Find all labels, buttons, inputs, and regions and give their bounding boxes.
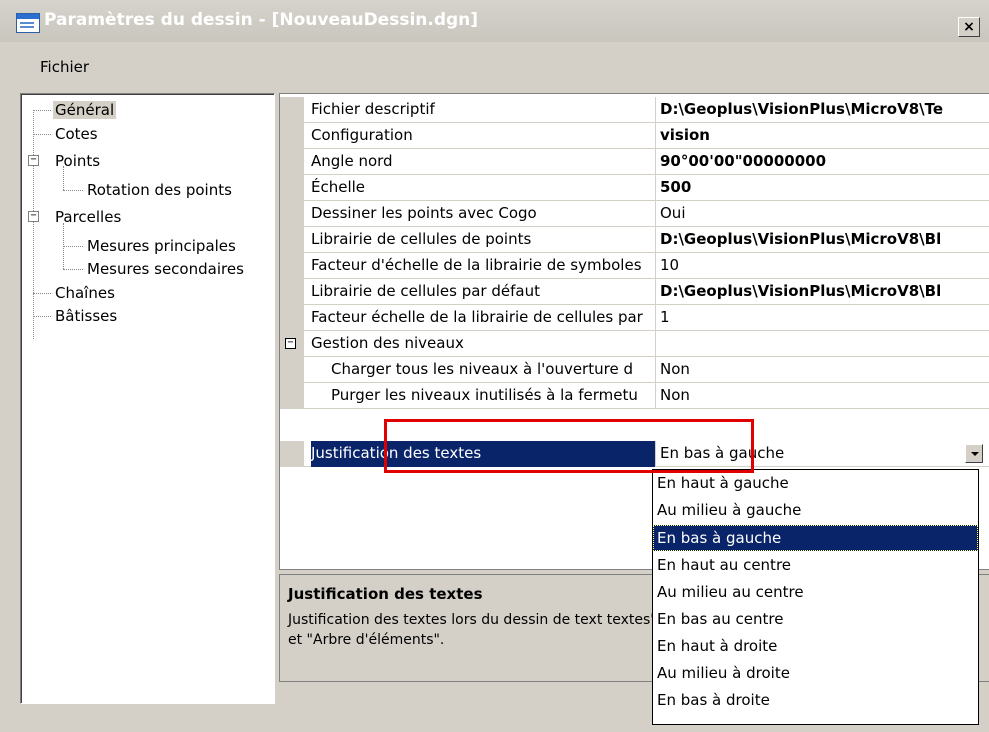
property-value[interactable]: D:\Geoplus\VisionPlus\MicroV8\Bl	[660, 227, 941, 253]
tree-item-label: Chaînes	[55, 284, 115, 302]
tree-item-label: Parcelles	[55, 208, 122, 226]
tree-item-label: Rotation des points	[87, 181, 232, 199]
property-name: Dessiner les points avec Cogo	[311, 201, 656, 227]
property-row[interactable]: Purger les niveaux inutilisés à la ferme…	[280, 383, 989, 409]
property-name: Justification des textes	[311, 441, 656, 467]
property-name: Échelle	[311, 175, 656, 201]
tree-item-rotation-points[interactable]: Rotation des points	[85, 179, 234, 201]
property-name: Charger tous les niveaux à l'ouverture d	[311, 357, 656, 383]
collapse-icon[interactable]: −	[28, 155, 39, 166]
row-gutter	[280, 305, 304, 330]
tree-connector-line	[63, 246, 83, 247]
row-gutter	[280, 201, 304, 226]
property-row[interactable]: Angle nord 90°00'00"00000000	[280, 149, 989, 175]
property-name: Facteur échelle de la librairie de cellu…	[311, 305, 656, 331]
row-gutter	[280, 123, 304, 148]
property-name: Purger les niveaux inutilisés à la ferme…	[311, 383, 656, 409]
tree-connector-line	[33, 316, 51, 317]
row-gutter	[280, 253, 304, 278]
tree-item-general[interactable]: Général	[53, 99, 117, 121]
tree-connector-line	[33, 134, 51, 135]
description-text: Justification des textes lors du dessin …	[288, 612, 657, 648]
close-button[interactable]: ×	[958, 17, 980, 37]
property-value[interactable]: vision	[660, 123, 710, 149]
property-row[interactable]: Facteur d'échelle de la librairie de sym…	[280, 253, 989, 279]
property-row[interactable]: Échelle 500	[280, 175, 989, 201]
property-row[interactable]: Facteur échelle de la librairie de cellu…	[280, 305, 989, 331]
tree-item-label: Général	[53, 101, 117, 119]
dropdown-option[interactable]: Au milieu au centre	[653, 579, 978, 605]
dropdown-option[interactable]: En haut à gauche	[653, 470, 978, 496]
property-row-selected[interactable]: Justification des textes En bas à gauche	[280, 441, 989, 467]
tree-item-label: Mesures principales	[87, 237, 236, 255]
dropdown-option[interactable]: En haut au centre	[653, 552, 978, 578]
property-row[interactable]: Librairie de cellules de points D:\Geopl…	[280, 227, 989, 253]
tree-item-batisses[interactable]: Bâtisses	[53, 305, 119, 327]
property-name: Fichier descriptif	[311, 97, 656, 123]
row-gutter	[280, 357, 304, 382]
row-gutter	[280, 97, 304, 122]
title-bar: Paramètres du dessin - [NouveauDessin.dg…	[0, 0, 989, 42]
property-name: Angle nord	[311, 149, 656, 175]
tree-connector-line	[63, 190, 83, 191]
window-app-icon[interactable]	[16, 13, 40, 33]
property-value[interactable]: D:\Geoplus\VisionPlus\MicroV8\Bl	[660, 279, 941, 305]
tree-item-parcelles[interactable]: Parcelles	[53, 206, 123, 228]
property-name: Facteur d'échelle de la librairie de sym…	[311, 253, 656, 279]
tree-item-label: Cotes	[55, 125, 98, 143]
row-gutter	[280, 383, 304, 408]
dropdown-option[interactable]: En bas au centre	[653, 606, 978, 632]
property-value[interactable]: Non	[660, 357, 690, 383]
justification-dropdown-list[interactable]: En haut à gauche Au milieu à gauche En b…	[652, 469, 979, 725]
dropdown-option-selected[interactable]: En bas à gauche	[653, 525, 978, 551]
property-row[interactable]: Dessiner les points avec Cogo Oui	[280, 201, 989, 227]
row-gutter	[280, 227, 304, 252]
property-value[interactable]: D:\Geoplus\VisionPlus\MicroV8\Te	[660, 97, 943, 123]
row-gutter	[280, 441, 304, 466]
tree-item-chaines[interactable]: Chaînes	[53, 282, 117, 304]
tree-item-label: Mesures secondaires	[87, 260, 244, 278]
property-row[interactable]: Configuration vision	[280, 123, 989, 149]
dropdown-arrow-icon[interactable]	[965, 444, 983, 463]
tree-item-cotes[interactable]: Cotes	[53, 123, 100, 145]
property-value[interactable]: 90°00'00"00000000	[660, 149, 826, 175]
property-value[interactable]: 1	[660, 305, 670, 331]
row-gutter	[280, 175, 304, 200]
tree-item-mesures-secondaires[interactable]: Mesures secondaires	[85, 258, 246, 280]
tree-item-label: Points	[55, 152, 101, 170]
description-title: Justification des textes	[288, 585, 483, 603]
property-row[interactable]: Charger tous les niveaux à l'ouverture d…	[280, 357, 989, 383]
tree-item-label: Bâtisses	[55, 307, 118, 325]
property-row[interactable]: Fichier descriptif D:\Geoplus\VisionPlus…	[280, 97, 989, 123]
dropdown-option[interactable]: En bas à droite	[653, 687, 978, 713]
tree-connector-line	[63, 269, 83, 270]
dropdown-option[interactable]: En haut à droite	[653, 633, 978, 659]
tree-item-points[interactable]: Points	[53, 150, 102, 172]
property-name: Librairie de cellules par défaut	[311, 279, 656, 305]
property-category-name: Gestion des niveaux	[286, 331, 656, 357]
property-value[interactable]: Non	[660, 383, 690, 409]
window-title: Paramètres du dessin - [NouveauDessin.dg…	[44, 10, 479, 30]
collapse-icon[interactable]: −	[28, 211, 39, 222]
tree-connector-line	[33, 110, 34, 339]
tree-item-mesures-principales[interactable]: Mesures principales	[85, 235, 238, 257]
menu-file[interactable]: Fichier	[40, 58, 89, 76]
tree-connector-line	[33, 110, 51, 111]
property-name: Configuration	[311, 123, 656, 149]
property-value[interactable]: Oui	[660, 201, 685, 227]
property-value[interactable]: 500	[660, 175, 691, 201]
property-row[interactable]: Librairie de cellules par défaut D:\Geop…	[280, 279, 989, 305]
dropdown-option[interactable]: Au milieu à gauche	[653, 497, 978, 523]
row-gutter	[280, 279, 304, 304]
dropdown-option[interactable]: Au milieu à droite	[653, 660, 978, 686]
justification-combo-value[interactable]: En bas à gauche	[660, 441, 784, 467]
settings-tree[interactable]: Général Cotes − Points Rotation des poin…	[20, 93, 275, 704]
property-category-row[interactable]: − Gestion des niveaux	[280, 331, 989, 357]
tree-connector-line	[33, 293, 51, 294]
row-gutter	[280, 149, 304, 174]
property-name: Librairie de cellules de points	[311, 227, 656, 253]
property-value[interactable]: 10	[660, 253, 679, 279]
